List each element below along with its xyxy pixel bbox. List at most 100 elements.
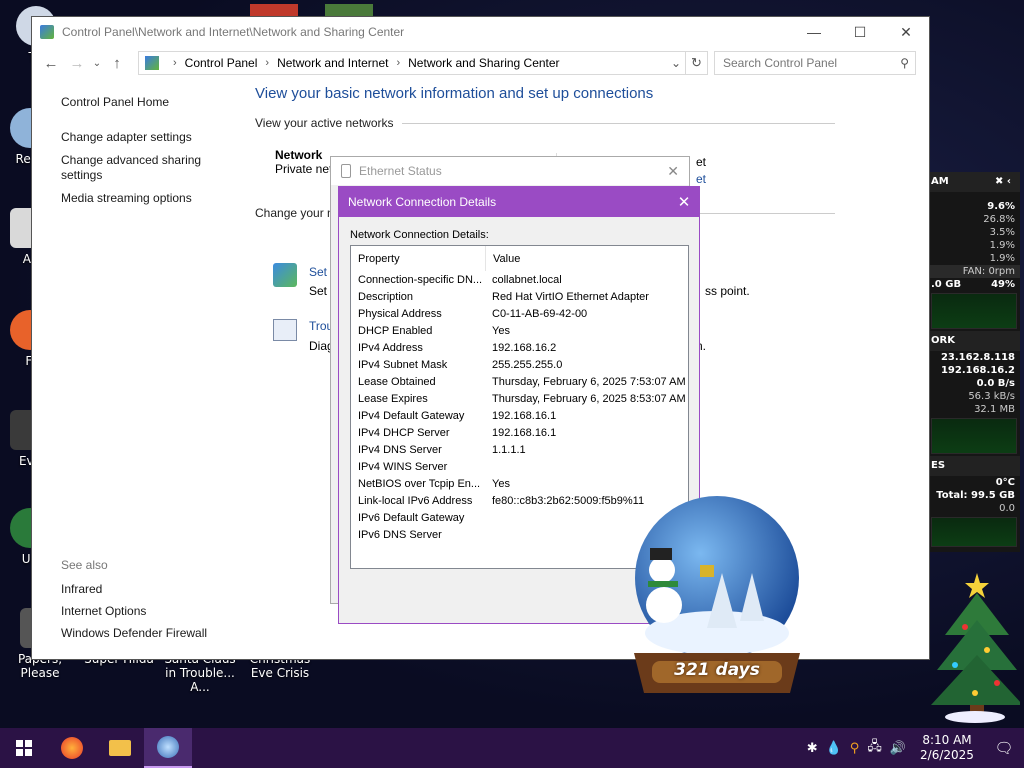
property-cell: Description (358, 290, 414, 303)
chevron-down-icon[interactable]: ⌄ (667, 56, 685, 70)
refresh-icon[interactable]: ↻ (686, 51, 708, 75)
forward-arrow-icon[interactable]: → (64, 55, 90, 72)
file-explorer-taskbar-button[interactable] (96, 728, 144, 768)
breadcrumb-item[interactable]: Control Panel (185, 56, 258, 70)
external-ip: 23.162.8.118 (940, 352, 1015, 363)
link-infrared[interactable]: Infrared (61, 582, 207, 596)
list-header: Property Value (351, 246, 688, 271)
chevron-right-icon[interactable]: › (173, 57, 177, 69)
breadcrumb-item[interactable]: Network and Sharing Center (408, 56, 559, 70)
breadcrumb[interactable]: › Control Panel › Network and Internet ›… (138, 51, 686, 75)
table-row[interactable]: IPv4 DNS Server 1.1.1.1 (351, 441, 688, 458)
link-internet-options[interactable]: Internet Options (61, 604, 207, 618)
column-header-value[interactable]: Value (486, 246, 520, 271)
desktop-icon-top[interactable] (325, 4, 373, 16)
value-cell: 192.168.16.1 (492, 426, 557, 439)
close-icon[interactable]: ✕ (669, 193, 699, 211)
setup-connection-desc-tail: ss point. (705, 284, 750, 298)
ethernet-status-title: Ethernet Status (359, 164, 442, 178)
table-row[interactable]: IPv4 Default Gateway 192.168.16.1 (351, 407, 688, 424)
snowman-icon (649, 557, 675, 583)
firefox-taskbar-button[interactable] (48, 728, 96, 768)
table-row[interactable]: IPv4 Address 192.168.16.2 (351, 339, 688, 356)
cpu-core: 1.9% (989, 253, 1015, 264)
title-bar: Control Panel\Network and Internet\Netwo… (32, 17, 929, 47)
nav-control-panel-home[interactable]: Control Panel Home (61, 95, 241, 110)
link-windows-defender-firewall[interactable]: Windows Defender Firewall (61, 626, 207, 640)
troubleshoot-icon (273, 319, 297, 341)
chevron-right-icon[interactable]: › (396, 57, 400, 69)
chevron-right-icon[interactable]: › (265, 57, 269, 69)
maximize-button[interactable]: ☐ (837, 17, 883, 47)
search-icon[interactable]: ⚲ (900, 56, 909, 70)
property-cell: Lease Obtained (358, 375, 436, 388)
table-row[interactable]: Physical Address C0-11-AB-69-42-00 (351, 305, 688, 322)
address-bar: ← → ⌄ ↑ › Control Panel › Network and In… (32, 47, 929, 79)
cpu-core: 26.8% (983, 214, 1015, 225)
table-row[interactable]: IPv4 DHCP Server 192.168.16.1 (351, 424, 688, 441)
control-panel-icon (40, 25, 54, 39)
table-row[interactable]: IPv4 Subnet Mask 255.255.255.0 (351, 356, 688, 373)
table-row[interactable]: Lease Obtained Thursday, February 6, 2025… (351, 373, 688, 390)
close-button[interactable]: ✕ (883, 17, 929, 47)
value-cell: Thursday, February 6, 2025 7:53:07 AM (492, 375, 686, 388)
network-graph (931, 418, 1017, 454)
clock[interactable]: 8:10 AM 2/6/2025 (910, 733, 984, 763)
table-row[interactable]: Lease Expires Thursday, February 6, 2025 … (351, 390, 688, 407)
memory-graph (931, 293, 1017, 329)
property-cell: IPv4 DNS Server (358, 443, 442, 456)
column-header-property[interactable]: Property (351, 246, 486, 271)
breadcrumb-item[interactable]: Network and Internet (277, 56, 388, 70)
nav-change-adapter-settings[interactable]: Change adapter settings (61, 130, 241, 145)
tray-search-icon[interactable]: ⚲ (850, 741, 860, 756)
access-type: et (696, 155, 707, 169)
windows-icon (16, 740, 32, 756)
window-title: Control Panel\Network and Internet\Netwo… (62, 25, 405, 39)
table-row[interactable]: NetBIOS over Tcpip En... Yes (351, 475, 688, 492)
recent-dropdown-icon[interactable]: ⌄ (90, 58, 104, 69)
value-cell: C0-11-AB-69-42-00 (492, 307, 588, 320)
property-cell: IPv4 Address (358, 341, 423, 354)
christmas-tree-icon (931, 573, 1020, 723)
property-cell: Link-local IPv6 Address (358, 494, 473, 507)
table-row[interactable]: Description Red Hat VirtIO Ethernet Adapt… (351, 288, 688, 305)
network-globe-icon (157, 736, 179, 758)
ethernet-status-title-bar: Ethernet Status ✕ (331, 157, 689, 185)
volume-icon[interactable]: 🔊 (890, 741, 906, 756)
tray-drop-icon[interactable]: 💧 (826, 741, 842, 756)
clock-date: 2/6/2025 (920, 748, 974, 762)
tray-app-icon[interactable]: ✱ (807, 741, 818, 756)
nav-media-streaming[interactable]: Media streaming options (61, 191, 241, 206)
notification-icon[interactable]: 🗨 (984, 739, 1024, 757)
folder-icon (109, 740, 131, 756)
clock-time: 8:10 AM (922, 733, 972, 747)
desktop-icon-top[interactable] (250, 4, 298, 16)
firefox-icon (61, 737, 83, 759)
network-setup-icon (273, 263, 297, 287)
minimize-button[interactable]: — (791, 17, 837, 47)
disk-header: ES (928, 456, 1020, 476)
nav-change-advanced-sharing[interactable]: Change advanced sharing settings (61, 153, 211, 183)
network-upload: 56.3 kB/s (968, 391, 1015, 402)
table-row[interactable]: DHCP Enabled Yes (351, 322, 688, 339)
taskbar: ✱ 💧 ⚲ 🖧 🔊 8:10 AM 2/6/2025 🗨 (0, 728, 1024, 768)
back-arrow-icon[interactable]: ← (38, 55, 64, 72)
start-button[interactable] (0, 728, 48, 768)
network-icon[interactable]: 🖧 (867, 737, 882, 759)
control-panel-taskbar-button[interactable] (144, 728, 192, 768)
value-cell: Thursday, February 6, 2025 8:53:07 AM (492, 392, 686, 405)
memory-usage: .0 GB 49% (931, 279, 1015, 290)
search-input[interactable]: Search Control Panel ⚲ (714, 51, 916, 75)
value-cell: 192.168.16.1 (492, 409, 557, 422)
table-row[interactable]: IPv4 WINS Server (351, 458, 688, 475)
property-cell: Lease Expires (358, 392, 428, 405)
value-cell: Yes (492, 324, 510, 337)
property-cell: IPv4 DHCP Server (358, 426, 450, 439)
up-arrow-icon[interactable]: ↑ (104, 55, 130, 72)
network-rate: 0.0 B/s (976, 378, 1015, 389)
cpu-core: 3.5% (989, 227, 1015, 238)
table-row[interactable]: Connection-specific DN... collabnet.local (351, 271, 688, 288)
details-title: Network Connection Details (348, 195, 497, 209)
close-icon[interactable]: ✕ (667, 163, 679, 180)
connections-link[interactable]: et (696, 172, 706, 186)
